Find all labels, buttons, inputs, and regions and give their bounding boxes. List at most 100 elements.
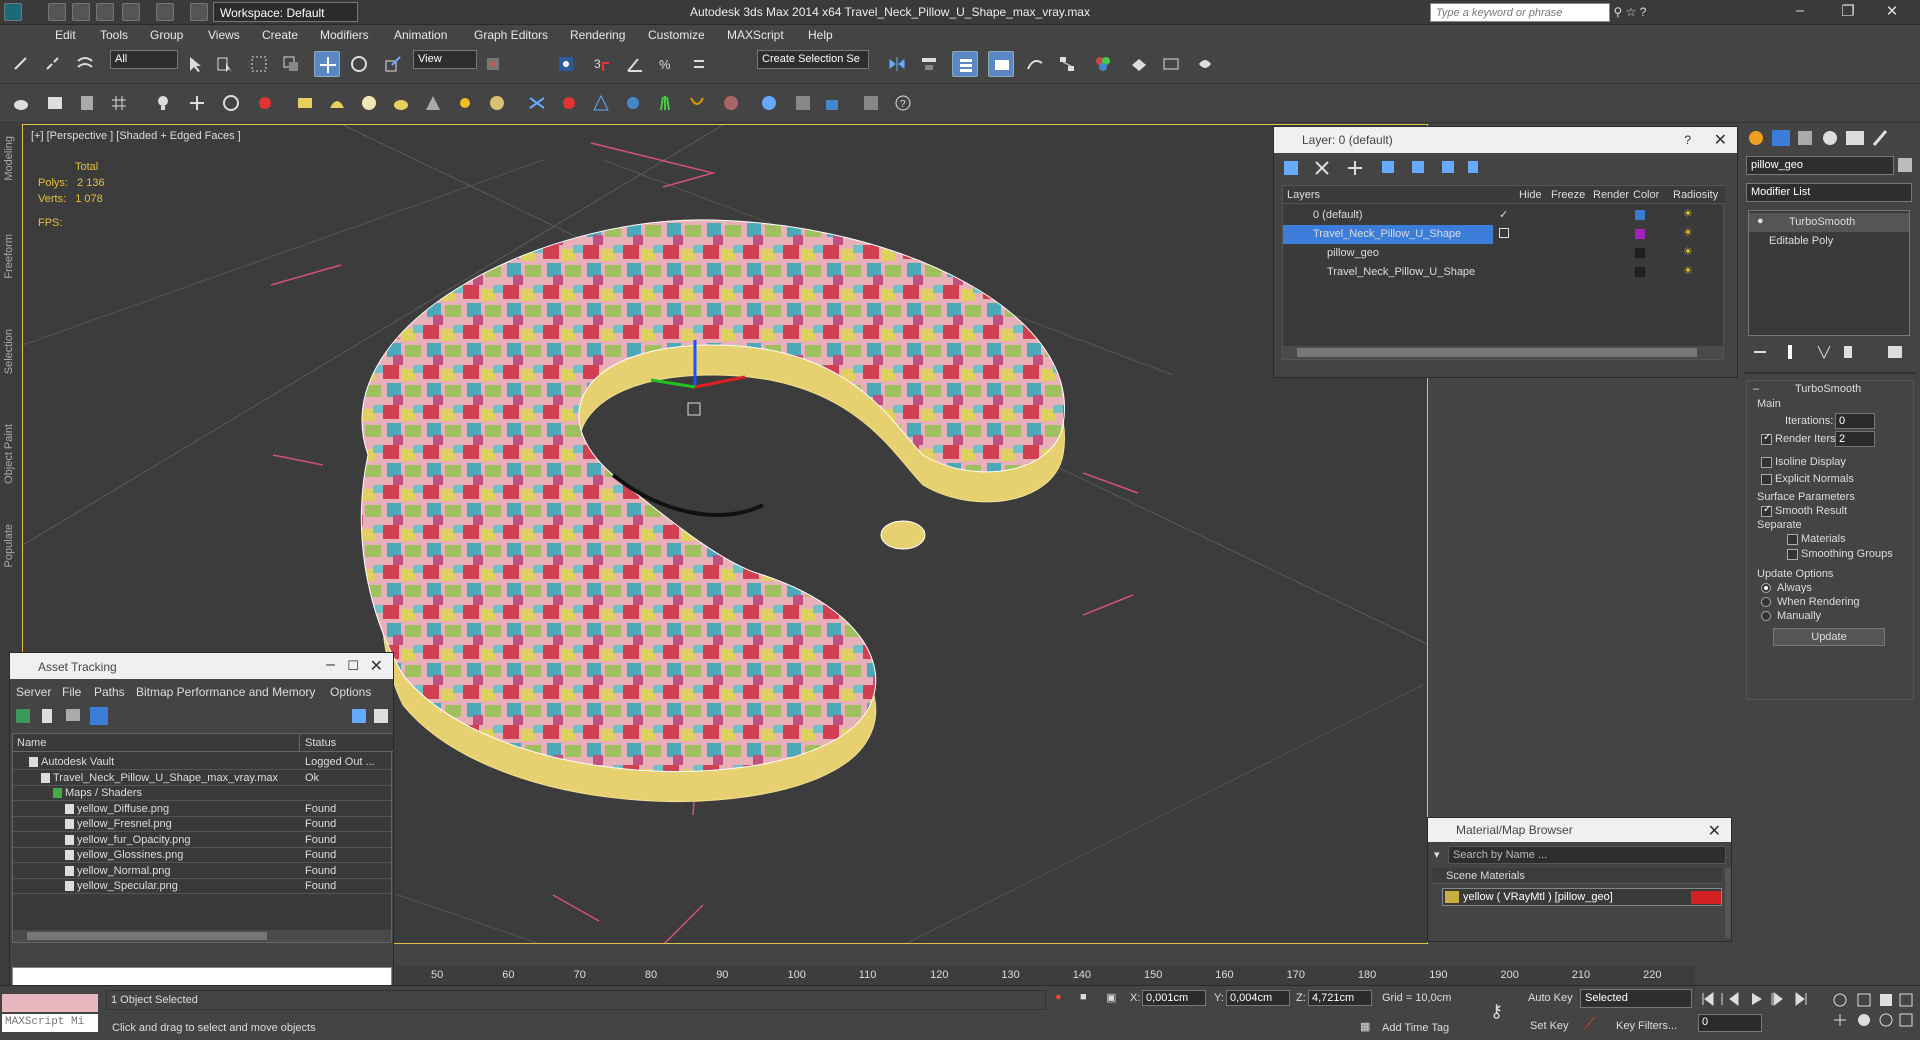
render-iters-checkbox[interactable] <box>1761 432 1772 445</box>
graphite-toolbar-icon[interactable] <box>988 51 1014 77</box>
asset-menu-file[interactable]: File <box>62 685 81 699</box>
project-folder-icon[interactable] <box>190 3 208 21</box>
active-check-icon[interactable]: ✓ <box>1499 208 1508 221</box>
layer-object-row[interactable]: pillow_geo ☀ <box>1283 244 1725 263</box>
material-search-input[interactable]: Search by Name ... <box>1448 846 1726 864</box>
set-key-icon[interactable]: ⟋ <box>1584 1016 1595 1034</box>
update-manually-radio[interactable] <box>1761 611 1771 621</box>
rollout-title[interactable]: TurboSmooth <box>1795 383 1861 395</box>
open-file-icon[interactable] <box>72 3 90 21</box>
z-coordinate-field[interactable]: 4,721cm <box>1308 990 1372 1006</box>
lock-selection-icon[interactable]: ■ <box>1080 991 1087 1003</box>
radiosity-icon[interactable]: ☀ <box>1683 264 1693 277</box>
current-frame-field[interactable]: 0 <box>1698 1014 1762 1032</box>
vray-toolbar-icon[interactable] <box>858 90 884 116</box>
menu-group[interactable]: Group <box>150 28 183 42</box>
select-manipulate-icon[interactable] <box>553 51 579 77</box>
material-editor-icon[interactable] <box>1090 51 1116 77</box>
object-color-swatch[interactable] <box>1635 267 1645 277</box>
col-freeze[interactable]: Freeze <box>1551 189 1585 201</box>
radiosity-icon[interactable]: ☀ <box>1683 245 1693 258</box>
search-options-icon[interactable]: ▾ <box>1434 848 1440 861</box>
pivot-center-icon[interactable] <box>480 51 506 77</box>
vray-sphere-fade-icon[interactable] <box>218 90 244 116</box>
menu-rendering[interactable]: Rendering <box>570 28 625 42</box>
select-and-move-icon[interactable] <box>314 51 340 77</box>
workspace-dropdown[interactable]: Workspace: Default <box>213 2 358 22</box>
vray-teapot-icon[interactable] <box>8 90 34 116</box>
stack-item-editable-poly[interactable]: Editable Poly <box>1749 232 1909 251</box>
layer-panel-title[interactable]: Layer: 0 (default)? ✕ <box>1274 127 1737 153</box>
layer-object-row[interactable]: Travel_Neck_Pillow_U_Shape ☀ <box>1283 263 1725 282</box>
vray-fur-icon[interactable] <box>252 90 278 116</box>
named-selection-dropdown[interactable]: Create Selection Se <box>757 50 869 69</box>
vray-grid-icon[interactable] <box>106 90 132 116</box>
menu-help[interactable]: Help <box>808 28 833 42</box>
layer-row[interactable]: 0 (default) ✓ ☀ <box>1283 206 1725 225</box>
add-to-layer-icon[interactable] <box>1499 228 1509 238</box>
menu-edit[interactable]: Edit <box>55 28 76 42</box>
selection-filter-dropdown[interactable]: All <box>110 50 178 69</box>
render-setup-icon[interactable] <box>1126 51 1152 77</box>
asset-path-field[interactable] <box>12 967 392 987</box>
help-search-input[interactable]: Type a keyword or phrase <box>1430 3 1610 22</box>
vray-snow-icon[interactable] <box>620 90 646 116</box>
asset-menu-paths[interactable]: Paths <box>94 685 125 699</box>
undo-icon[interactable] <box>122 3 140 21</box>
tab-object-paint[interactable]: Object Paint <box>3 424 15 484</box>
vray-light-lister-icon[interactable] <box>150 90 176 116</box>
menu-modifiers[interactable]: Modifiers <box>320 28 369 42</box>
help-icon[interactable]: ? <box>1684 133 1691 147</box>
vray-grass-icon[interactable] <box>652 90 678 116</box>
window-crossing-icon[interactable] <box>278 51 304 77</box>
vray-sphere-light-icon[interactable] <box>356 90 382 116</box>
explicit-normals-checkbox[interactable] <box>1761 474 1772 485</box>
vray-proxy-icon[interactable] <box>184 90 210 116</box>
layer-row-selected[interactable]: Travel_Neck_Pillow_U_Shape <box>1283 225 1493 244</box>
isolate-icon[interactable]: ● <box>1055 991 1062 1003</box>
render-iters-spinner[interactable]: 2 <box>1835 431 1875 447</box>
maxscript-listener-top[interactable] <box>2 994 98 1012</box>
select-and-scale-icon[interactable] <box>380 51 406 77</box>
isoline-display-checkbox[interactable] <box>1761 457 1772 468</box>
menu-maxscript[interactable]: MAXScript <box>727 28 784 42</box>
menu-graph-editors[interactable]: Graph Editors <box>474 28 548 42</box>
minimize-button[interactable]: – <box>1780 2 1820 22</box>
material-browser-title[interactable]: Material/Map Browser ✕ <box>1428 818 1731 842</box>
asset-menu-server[interactable]: Server <box>16 685 51 699</box>
tab-modeling[interactable]: Modeling <box>3 136 15 181</box>
update-button[interactable]: Update <box>1773 628 1885 646</box>
tab-freeform[interactable]: Freeform <box>3 234 15 279</box>
rollout-collapse-icon[interactable]: – <box>1753 383 1759 395</box>
vray-render-icon[interactable] <box>556 90 582 116</box>
col-hide[interactable]: Hide <box>1519 189 1542 201</box>
menu-customize[interactable]: Customize <box>648 28 705 42</box>
timeline-ruler[interactable]: 50 60 70 80 90 100 110 120 130 140 150 160 170 180 190… <box>395 966 1695 985</box>
vray-material-icon[interactable] <box>74 90 100 116</box>
scene-materials-header[interactable]: Scene Materials <box>1432 868 1722 884</box>
vray-ambient-light-icon[interactable] <box>484 90 510 116</box>
layer-manager-icon[interactable] <box>952 51 978 77</box>
time-tag-icon[interactable]: ▦ <box>1360 1020 1370 1033</box>
vray-physical-camera-icon[interactable] <box>524 90 550 116</box>
vray-frame-buffer-icon[interactable] <box>42 90 68 116</box>
curve-editor-icon[interactable] <box>1022 51 1048 77</box>
maximize-button[interactable]: ❐ <box>1828 2 1868 22</box>
asset-horizontal-scrollbar[interactable] <box>13 930 391 942</box>
vray-displacement-icon[interactable] <box>718 90 744 116</box>
lightbulb-icon[interactable]: ● <box>1757 215 1764 227</box>
col-color[interactable]: Color <box>1633 189 1659 201</box>
vray-plane-icon[interactable] <box>292 90 318 116</box>
update-always-radio[interactable] <box>1761 583 1771 593</box>
asset-minimize-icon[interactable]: – <box>326 656 335 674</box>
vray-ies-viewer-icon[interactable] <box>790 90 816 116</box>
object-name-field[interactable]: pillow_geo <box>1746 156 1894 175</box>
key-filters-button[interactable]: Key Filters... <box>1616 1020 1677 1032</box>
separate-smoothing-checkbox[interactable] <box>1787 549 1798 560</box>
percent-snap-icon[interactable]: % <box>654 51 680 77</box>
menu-tools[interactable]: Tools <box>100 28 128 42</box>
vray-mesh-light-icon[interactable] <box>388 90 414 116</box>
col-render[interactable]: Render <box>1593 189 1629 201</box>
col-layers[interactable]: Layers <box>1287 189 1320 201</box>
asset-menu-options[interactable]: Options <box>330 685 371 699</box>
